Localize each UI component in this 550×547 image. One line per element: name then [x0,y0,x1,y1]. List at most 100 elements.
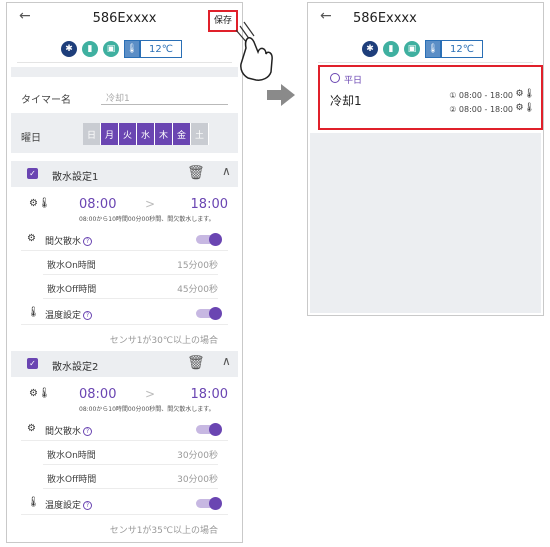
intermittent-row-1: ⚙ 間欠散水? [21,229,228,251]
temp-toggle[interactable] [196,307,222,320]
help-icon[interactable]: ? [83,427,93,436]
battery-icon: ▮ [82,41,98,57]
setting-1-header: ✓ 散水設定1 🗑 ∧ [11,161,238,187]
setting-2-checkbox[interactable]: ✓ [27,358,38,369]
divider [17,62,232,63]
bluetooth-icon: ✱ [61,41,77,57]
setting-2-time: ⚙🌡 08:00 > 18:00 08:00から10時間00分00秒間、間欠散水… [17,385,232,419]
timer-name-label: タイマー名 [21,95,71,106]
timer-name: 冷却1 [330,94,362,108]
end-time[interactable]: 18:00 [191,387,228,402]
temp-label: 温度設定 [45,311,82,321]
on-time-row-1[interactable]: 散水On時間 15分00秒 [43,253,218,275]
weekday-label: 曜日 [21,133,41,144]
setting-1-time: ⚙🌡 08:00 > 18:00 08:00から10時間00分00秒間、間欠散水… [17,195,232,229]
day-sat[interactable]: 土 [191,123,209,145]
setting-2-title: 散水設定2 [52,362,99,373]
settings-screen: ← 586Exxxx 保存 ✱ ▮ ▣ 🌡 12℃ タイマー名 冷却1 曜日 日… [6,2,243,543]
on-time-row-2[interactable]: 散水On時間 30分00秒 [43,443,218,465]
weekday-label: 平日 [344,76,363,86]
status-bar: ✱ ▮ ▣ 🌡 12℃ [7,40,242,60]
off-time-value: 30分00秒 [177,475,218,485]
time-note: 08:00から10時間00分00秒間、間欠散水します。 [79,216,215,223]
intermittent-toggle[interactable] [196,423,222,436]
thermometer-icon: 🌡 [124,40,140,58]
temp-toggle[interactable] [196,497,222,510]
end-time[interactable]: 18:00 [191,197,228,212]
intermittent-label: 間欠散水 [45,427,82,437]
off-time-row-1[interactable]: 散水Off時間 45分00秒 [43,277,218,299]
schedule-1: ① 08:00 - 18:00 [449,91,513,100]
thermometer-icon: 🌡 [27,497,40,508]
back-arrow-icon[interactable]: ← [320,8,332,24]
status-bar: ✱ ▮ ▣ 🌡 12℃ [308,40,543,60]
off-time-label: 散水Off時間 [47,475,97,485]
off-time-label: 散水Off時間 [47,285,97,295]
setting-2-header: ✓ 散水設定2 🗑 ∧ [11,351,238,377]
band [11,67,238,77]
lock-icon: ▣ [404,41,420,57]
day-sun[interactable]: 日 [83,123,101,145]
divider [318,62,533,63]
temperature-value: 12℃ [140,40,182,58]
time-note: 08:00から10時間00分00秒間、間欠散水します。 [79,406,215,413]
chevron-right-icon: > [145,387,156,401]
help-icon[interactable]: ? [83,237,93,246]
help-icon[interactable]: ? [83,501,93,510]
clock-icon [330,73,340,83]
timer-card[interactable]: 平日 冷却1 ① 08:00 - 18:00 ⚙🌡 ② 08:00 - 18:0… [318,65,543,130]
bluetooth-icon: ✱ [362,41,378,57]
off-time-value: 45分00秒 [177,285,218,295]
temp-row-1: 🌡 温度設定? [21,303,228,325]
device-title: 586Exxxx [353,11,417,26]
sprinkler-temp-icon: ⚙🌡 [515,103,536,113]
app-bar: ← 586Exxxx 保存 [7,3,242,35]
intermittent-toggle[interactable] [196,233,222,246]
start-time[interactable]: 08:00 [79,387,116,402]
intermittent-label: 間欠散水 [45,237,82,247]
help-icon[interactable]: ? [83,311,93,320]
off-time-row-2[interactable]: 散水Off時間 30分00秒 [43,467,218,489]
sprinkler-temp-icon: ⚙🌡 [515,89,536,99]
weekday-selector: 日 月 火 水 木 金 土 [83,123,209,145]
schedule-2: ② 08:00 - 18:00 [449,105,513,114]
day-wed[interactable]: 水 [137,123,155,145]
day-thu[interactable]: 木 [155,123,173,145]
on-time-label: 散水On時間 [47,451,96,461]
sprinkler-icon: ⚙ [27,423,36,434]
tap-hand-icon [235,21,273,81]
condition-text-2[interactable]: センサ1が35℃以上の場合 [110,523,218,536]
arrow-right-icon [267,84,295,106]
setting-1-title: 散水設定1 [52,172,99,183]
empty-list-area [310,133,541,313]
input-underline [101,104,228,105]
schedule-list-screen: ← 586Exxxx ✱ ▮ ▣ 🌡 12℃ 平日 冷却1 ① 08:00 - … [307,2,544,316]
temperature-value: 12℃ [441,40,483,58]
thermometer-icon: 🌡 [425,40,441,58]
app-bar: ← 586Exxxx [308,3,543,35]
trash-icon[interactable]: 🗑 [187,355,205,371]
thermometer-icon: 🌡 [27,307,40,318]
battery-icon: ▮ [383,41,399,57]
setting-1-checkbox[interactable]: ✓ [27,168,38,179]
sprinkler-icon: ⚙ [27,233,36,244]
device-title: 586Exxxx [92,11,157,26]
temp-row-2: 🌡 温度設定? [21,493,228,515]
trash-icon[interactable]: 🗑 [187,165,205,181]
on-time-value: 30分00秒 [177,451,218,461]
on-time-value: 15分00秒 [177,261,218,271]
intermittent-row-2: ⚙ 間欠散水? [21,419,228,441]
chevron-up-icon[interactable]: ∧ [222,164,231,178]
lock-icon: ▣ [103,41,119,57]
day-tue[interactable]: 火 [119,123,137,145]
condition-text-1[interactable]: センサ1が30℃以上の場合 [110,333,218,346]
timer-name-input[interactable]: 冷却1 [106,91,130,104]
sprinkler-temp-icon: ⚙🌡 [29,198,51,209]
start-time[interactable]: 08:00 [79,197,116,212]
day-fri[interactable]: 金 [173,123,191,145]
on-time-label: 散水On時間 [47,261,96,271]
day-mon[interactable]: 月 [101,123,119,145]
chevron-up-icon[interactable]: ∧ [222,354,231,368]
chevron-right-icon: > [145,197,156,211]
timer-name-row: タイマー名 冷却1 [21,91,228,106]
